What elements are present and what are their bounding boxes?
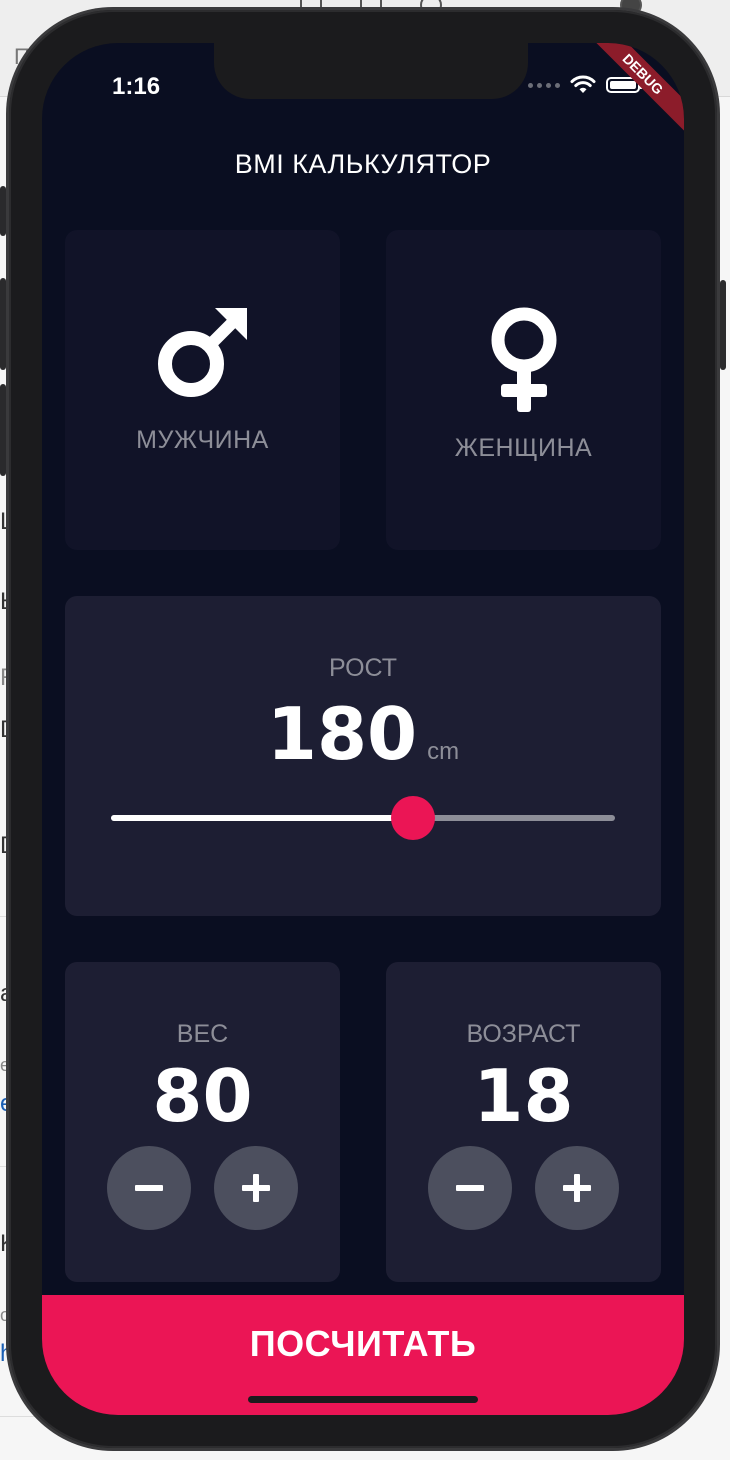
status-time: 1:16: [112, 73, 161, 100]
phone-frame: 1:16 DEBUG BMI КАЛЬКУЛЯТОР МУЖЧИНА ЖЕНЩИ…: [0, 10, 726, 1448]
weight-card: ВЕС 80: [65, 962, 340, 1282]
height-value: 180: [266, 692, 418, 776]
female-icon: [491, 307, 556, 412]
height-slider[interactable]: [111, 796, 615, 840]
age-label: ВОЗРАСТ: [466, 1020, 581, 1048]
age-plus-button[interactable]: [535, 1146, 619, 1230]
age-card: ВОЗРАСТ 18: [386, 962, 661, 1282]
notch: [214, 43, 528, 99]
plus-icon: [563, 1174, 591, 1202]
female-card[interactable]: ЖЕНЩИНА: [386, 230, 661, 550]
volume-down-button: [0, 384, 6, 476]
male-card[interactable]: МУЖЧИНА: [65, 230, 340, 550]
wifi-icon: [570, 75, 596, 93]
signal-icon: [528, 82, 560, 88]
slider-thumb[interactable]: [391, 796, 436, 840]
mute-switch: [0, 186, 6, 236]
slider-active-track: [111, 815, 414, 821]
page-title: BMI КАЛЬКУЛЯТОР: [234, 149, 492, 179]
height-readout: 180 cm: [65, 692, 661, 776]
volume-up-button: [0, 278, 6, 370]
status-icons: [528, 75, 643, 95]
minus-icon: [456, 1185, 484, 1191]
age-value: 18: [473, 1054, 574, 1138]
male-label: МУЖЧИНА: [136, 426, 269, 454]
weight-minus-button[interactable]: [107, 1146, 191, 1230]
age-minus-button[interactable]: [428, 1146, 512, 1230]
app-screen: 1:16 DEBUG BMI КАЛЬКУЛЯТОР МУЖЧИНА ЖЕНЩИ…: [42, 43, 684, 1415]
height-label: РОСТ: [328, 654, 398, 682]
home-indicator[interactable]: [248, 1396, 478, 1403]
male-icon: [157, 308, 247, 397]
divider: [0, 1416, 40, 1417]
height-unit: cm: [427, 738, 460, 765]
weight-value: 80: [152, 1054, 253, 1138]
height-card: РОСТ 180 cm: [65, 596, 661, 916]
plus-icon: [242, 1174, 270, 1202]
weight-label: ВЕС: [176, 1020, 229, 1048]
female-label: ЖЕНЩИНА: [454, 434, 593, 462]
weight-plus-button[interactable]: [214, 1146, 298, 1230]
minus-icon: [135, 1185, 163, 1191]
power-button: [720, 280, 726, 370]
